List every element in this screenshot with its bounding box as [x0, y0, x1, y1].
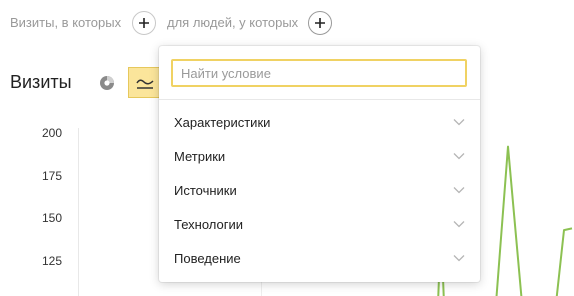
menu-item-label: Метрики: [174, 148, 226, 164]
menu-item-technologies[interactable]: Технологии: [159, 207, 480, 241]
chevron-down-icon: [453, 187, 465, 194]
y-tick-label: 150: [41, 211, 62, 226]
chevron-down-icon: [453, 119, 465, 126]
menu-item-characteristics[interactable]: Характеристики: [159, 105, 480, 139]
menu-item-label: Характеристики: [174, 114, 271, 130]
menu-item-label: Источники: [174, 182, 237, 198]
menu-item-metrics[interactable]: Метрики: [159, 139, 480, 173]
menu-item-sources[interactable]: Источники: [159, 173, 480, 207]
chevron-down-icon: [453, 153, 465, 160]
dropdown-divider: [159, 99, 480, 100]
condition-dropdown: Характеристики Метрики Источники Технологии…: [159, 46, 480, 282]
condition-search-input[interactable]: [171, 59, 467, 87]
y-tick-label: 125: [41, 253, 62, 268]
y-tick-label: 200: [41, 126, 62, 140]
y-tick-label: 175: [41, 168, 62, 183]
search-wrap: [171, 59, 467, 87]
chevron-down-icon: [453, 255, 465, 262]
chevron-down-icon: [453, 221, 465, 228]
menu-item-label: Технологии: [174, 216, 244, 232]
menu-item-label: Поведение: [174, 250, 241, 266]
menu-item-behavior[interactable]: Поведение: [159, 241, 480, 275]
